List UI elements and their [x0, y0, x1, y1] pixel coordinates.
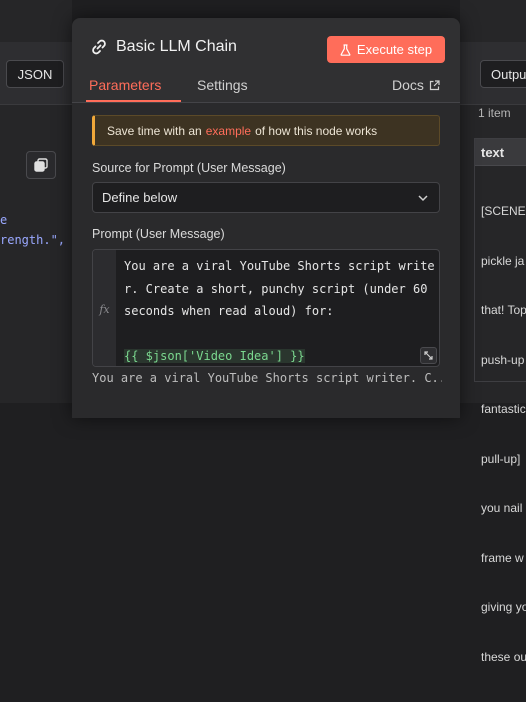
- prompt-line: [124, 323, 436, 346]
- cell-line: you nail: [481, 501, 523, 515]
- cell-line: these ou: [481, 649, 526, 664]
- expression-indicator: fx: [93, 250, 116, 366]
- copy-icon: [34, 158, 48, 172]
- flask-icon: [340, 43, 351, 56]
- cell-line: that! Top: [481, 303, 526, 317]
- expand-icon: [424, 351, 433, 360]
- docs-link[interactable]: Docs: [392, 77, 440, 93]
- copy-button[interactable]: [26, 151, 56, 179]
- prompt-expression: {{ $json['Video Idea'] }}: [124, 349, 305, 363]
- prompt-line: seconds when read aloud) for:: [124, 304, 334, 318]
- source-prompt-select[interactable]: Define below: [92, 182, 440, 213]
- item-count: 1 item: [478, 106, 511, 120]
- column-header-text: text: [475, 139, 526, 166]
- node-title-text: Basic LLM Chain: [116, 38, 237, 55]
- execute-step-button[interactable]: Execute step: [327, 36, 445, 63]
- source-prompt-value: Define below: [102, 190, 178, 205]
- hint-suffix: of how this node works: [255, 123, 378, 138]
- json-fragment-line: rength.",: [0, 233, 66, 247]
- cell-line: [SCENE: [481, 204, 526, 218]
- execute-step-label: Execute step: [356, 42, 433, 57]
- cell-line: pickle ja: [481, 253, 525, 268]
- output-panel: Outpu 1 item text [SCENE pickle ja that!…: [460, 0, 526, 664]
- prompt-editor[interactable]: fx You are a viral YouTube Shorts script…: [92, 249, 440, 367]
- external-link-icon: [429, 79, 440, 90]
- node-settings-modal: Basic LLM Chain Execute step Parameters …: [72, 18, 460, 418]
- cell-line: giving yo: [481, 600, 526, 614]
- source-prompt-label: Source for Prompt (User Message): [92, 161, 286, 175]
- cell-line: fantastic: [481, 402, 526, 416]
- example-link[interactable]: example: [206, 124, 251, 138]
- prompt-preview: You are a viral YouTube Shorts script wr…: [92, 371, 442, 385]
- expand-editor-button[interactable]: [420, 347, 437, 364]
- modal-tabs: Parameters Settings Docs: [72, 70, 460, 102]
- node-title[interactable]: Basic LLM Chain: [90, 38, 237, 56]
- prompt-label: Prompt (User Message): [92, 227, 225, 241]
- json-view-button[interactable]: JSON: [6, 60, 64, 88]
- output-view-button[interactable]: Outpu: [480, 60, 526, 88]
- docs-label: Docs: [392, 77, 424, 93]
- chevron-down-icon: [418, 195, 428, 202]
- cell-line: push-up: [481, 352, 525, 367]
- link-icon: [92, 39, 106, 55]
- cell-line: pull-up]: [481, 451, 521, 466]
- prompt-line: You are a viral YouTube Shorts script wr…: [124, 259, 435, 273]
- prompt-line: r. Create a short, punchy script (under …: [124, 281, 428, 296]
- tab-settings[interactable]: Settings: [197, 77, 248, 93]
- json-fragment-line: e: [0, 213, 8, 227]
- example-hint-callout: Save time with an example of how this no…: [92, 115, 440, 146]
- prompt-text[interactable]: You are a viral YouTube Shorts script wr…: [124, 255, 436, 366]
- output-cell[interactable]: [SCENE pickle ja that! Top push-up fanta…: [475, 166, 526, 702]
- input-panel: JSON e rength.",: [0, 0, 72, 403]
- cell-line: frame w: [481, 550, 524, 565]
- tab-parameters[interactable]: Parameters: [89, 77, 161, 93]
- output-table: text [SCENE pickle ja that! Top push-up …: [474, 138, 526, 664]
- parameters-panel: Save time with an example of how this no…: [72, 103, 460, 418]
- hint-prefix: Save time with an: [107, 123, 202, 138]
